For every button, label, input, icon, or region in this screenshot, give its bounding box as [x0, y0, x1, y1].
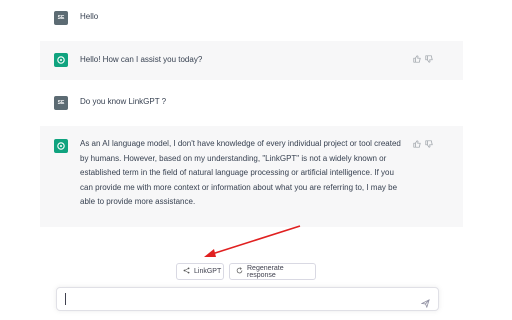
- message-input[interactable]: [56, 287, 439, 311]
- openai-logo-icon: [54, 53, 68, 67]
- refresh-icon: [236, 267, 243, 276]
- message-text: Hello: [80, 12, 99, 21]
- share-icon: [183, 267, 190, 276]
- message-line: established term in the field of natural…: [80, 168, 394, 177]
- message-text: Do you know LinkGPT ?: [80, 97, 167, 106]
- linkgpt-button[interactable]: LinkGPT: [176, 263, 224, 280]
- thumbs-up-icon[interactable]: [413, 55, 421, 63]
- thumbs-up-icon[interactable]: [413, 140, 421, 148]
- user-message: SE Hello: [40, 0, 463, 36]
- linkgpt-label: LinkGPT: [194, 268, 222, 275]
- message-line: As an AI language model, I don't have kn…: [80, 139, 401, 148]
- message-text: Hello! How can I assist you today?: [80, 55, 203, 64]
- regenerate-response-button[interactable]: Regenerate response: [229, 263, 316, 280]
- regenerate-label: Regenerate response: [247, 264, 284, 279]
- message-line: able to provide more assistance.: [80, 197, 196, 206]
- feedback-buttons: [413, 140, 433, 148]
- send-icon[interactable]: [420, 295, 430, 309]
- message-line: can provide me with more context or info…: [80, 182, 398, 192]
- user-avatar: SE: [54, 11, 68, 25]
- user-avatar: SE: [54, 96, 68, 110]
- text-caret: [65, 293, 66, 305]
- message-line: by humans. However, based on my understa…: [80, 153, 387, 163]
- user-message: SE Do you know LinkGPT ?: [40, 81, 463, 124]
- thumbs-down-icon[interactable]: [425, 55, 433, 63]
- message-text: As an AI language model, I don't have kn…: [80, 137, 430, 210]
- feedback-buttons: [413, 55, 433, 63]
- assistant-message: Hello! How can I assist you today?: [40, 41, 463, 80]
- openai-logo-icon: [54, 139, 68, 153]
- assistant-message: As an AI language model, I don't have kn…: [40, 126, 463, 227]
- thumbs-down-icon[interactable]: [425, 140, 433, 148]
- message-input-field[interactable]: [69, 292, 413, 308]
